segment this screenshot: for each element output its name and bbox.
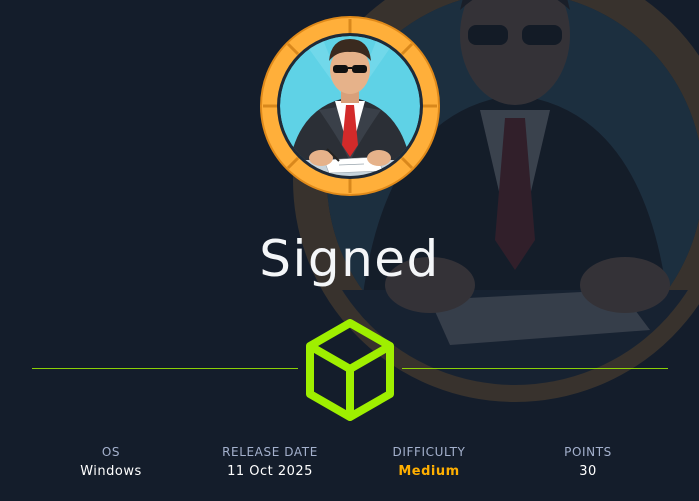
machine-avatar <box>260 16 440 196</box>
stat-os-label: OS <box>101 445 121 459</box>
stat-points-value: 30 <box>579 464 597 479</box>
divider-right <box>402 368 668 369</box>
stat-release-date-label: RELEASE DATE <box>222 445 318 459</box>
stat-points-label: POINTS <box>564 445 612 459</box>
stat-difficulty-value: Medium <box>398 464 460 479</box>
stat-os: OS Windows <box>31 444 191 480</box>
divider-left <box>32 368 298 369</box>
machine-card: Signed OS Windows RELEASE DATE 11 Oct 20… <box>0 0 699 501</box>
stat-difficulty: DIFFICULTY Medium <box>349 444 509 480</box>
stat-os-value: Windows <box>80 464 142 479</box>
stat-release-date: RELEASE DATE 11 Oct 2025 <box>190 444 350 480</box>
cube-icon <box>306 319 394 421</box>
machine-title: Signed <box>259 230 440 288</box>
stat-points: POINTS 30 <box>508 444 668 480</box>
stat-release-date-value: 11 Oct 2025 <box>227 464 313 479</box>
stat-difficulty-label: DIFFICULTY <box>392 445 466 459</box>
